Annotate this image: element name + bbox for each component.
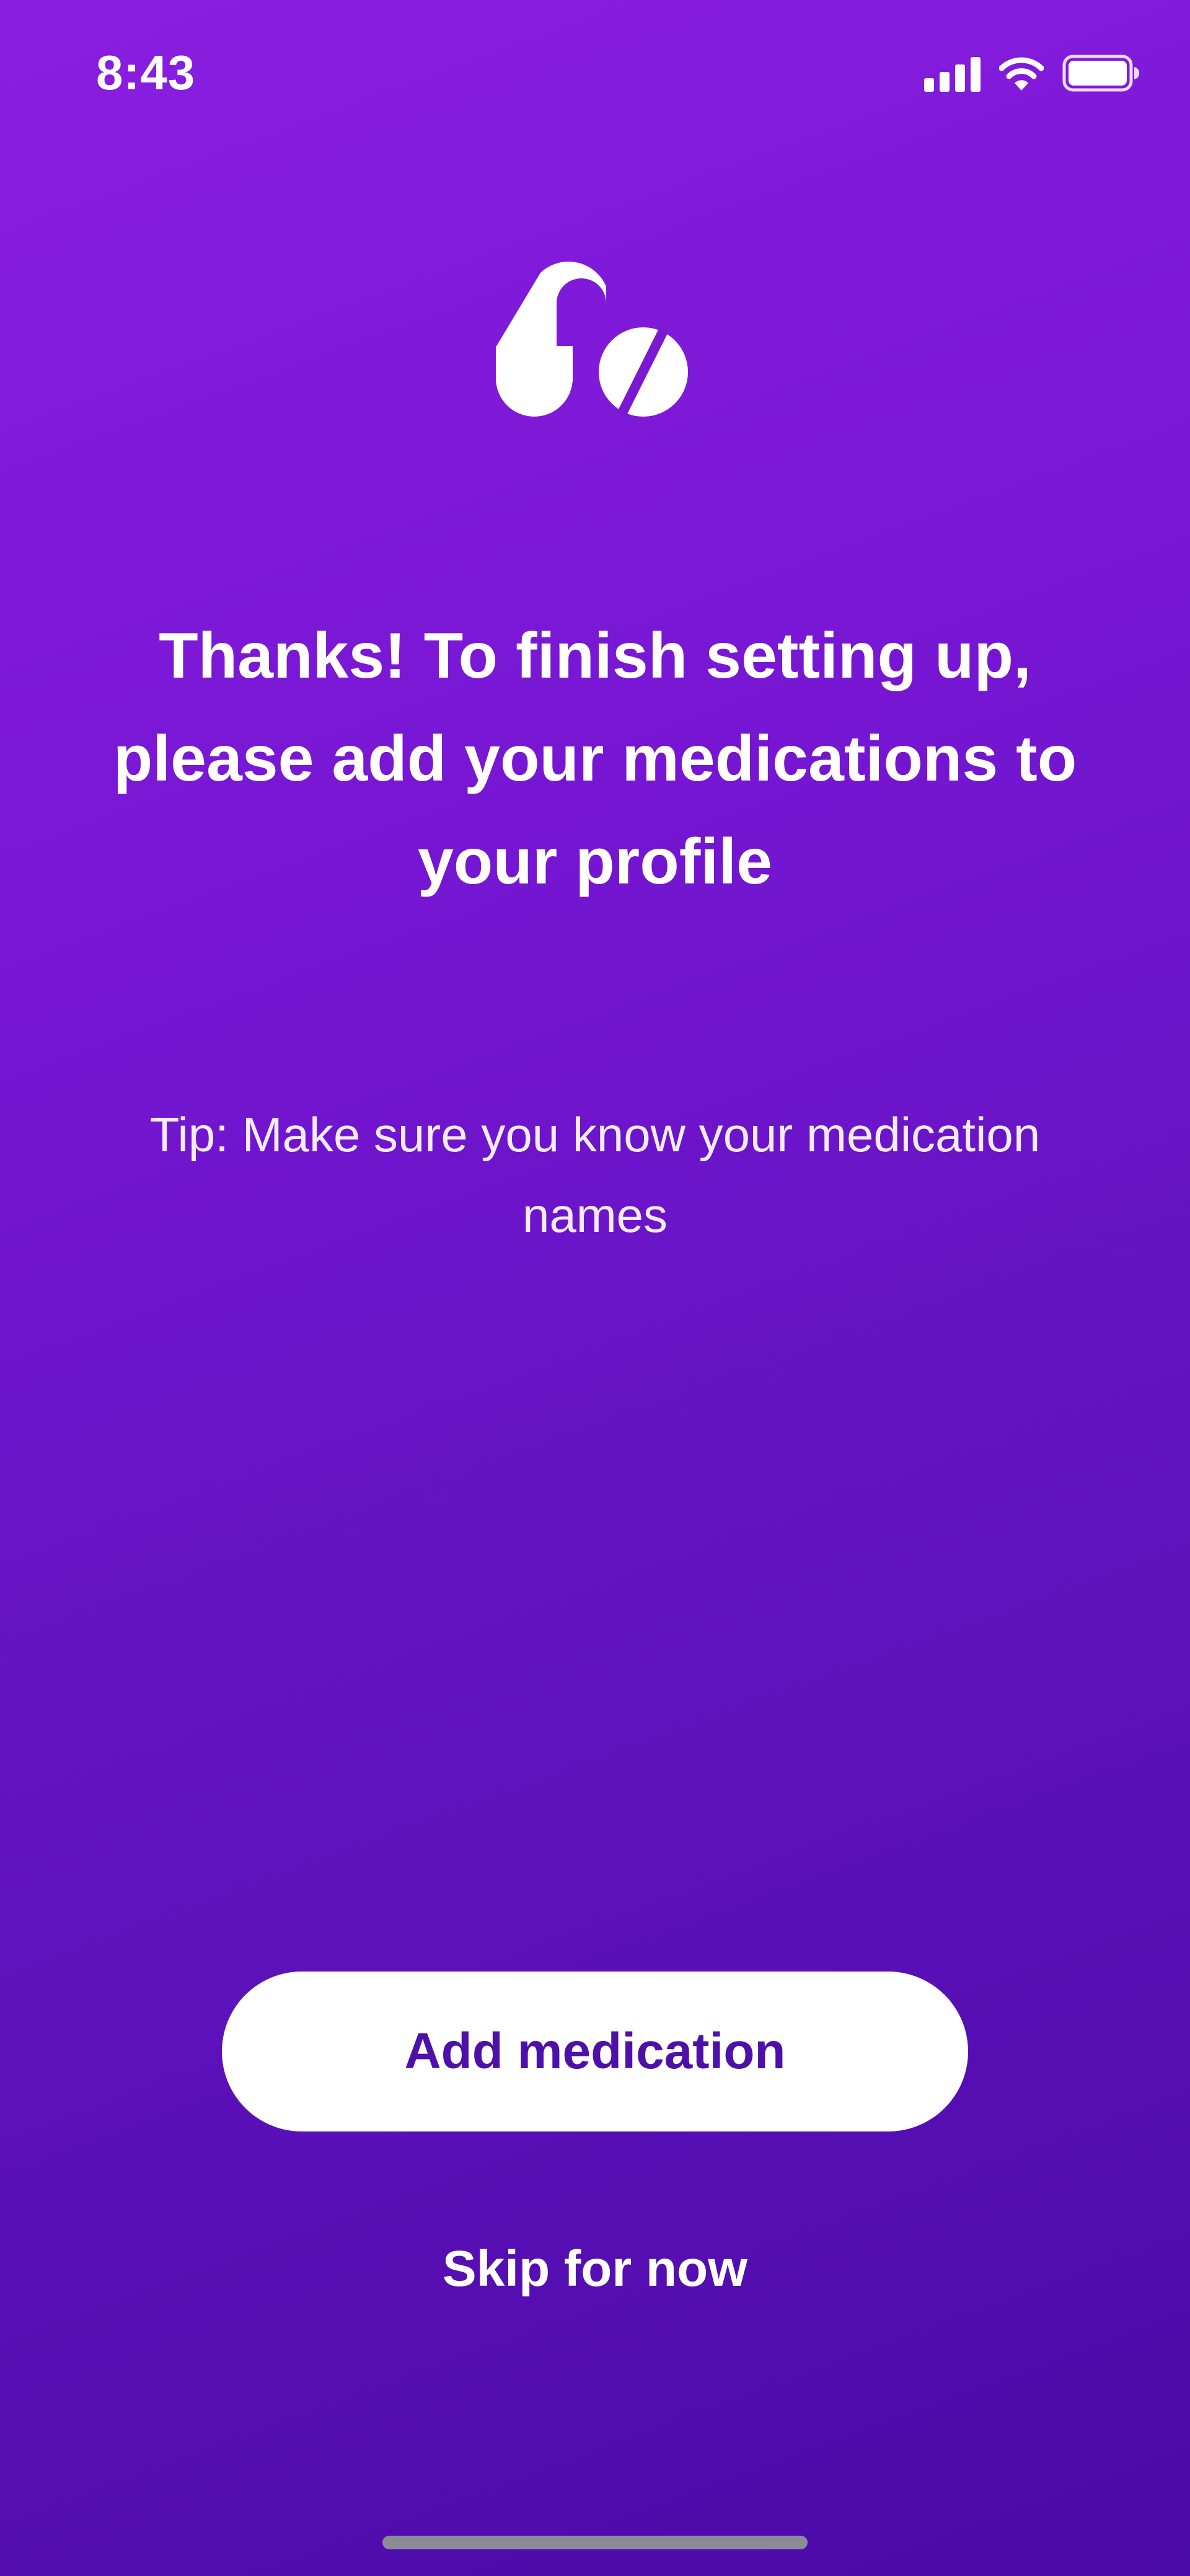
- tip-text: Tip: Make sure you know your medication …: [149, 1107, 1041, 1242]
- signal-icon: [924, 55, 981, 92]
- onboarding-screen: 8:43 Thanks! To finish setting up, pleas…: [0, 0, 1190, 2576]
- add-medication-button[interactable]: Add medication: [222, 1972, 968, 2131]
- pills-logo-icon: [483, 229, 707, 428]
- battery-icon: [1062, 55, 1140, 92]
- page-title: Thanks! To finish setting up, please add…: [113, 620, 1077, 898]
- wifi-icon: [999, 56, 1044, 92]
- status-bar: 8:43: [0, 0, 1190, 143]
- status-time: 8:43: [96, 45, 196, 100]
- status-icons: [924, 48, 1140, 92]
- skip-for-now-link[interactable]: Skip for now: [347, 2232, 843, 2306]
- home-indicator[interactable]: [382, 2536, 808, 2549]
